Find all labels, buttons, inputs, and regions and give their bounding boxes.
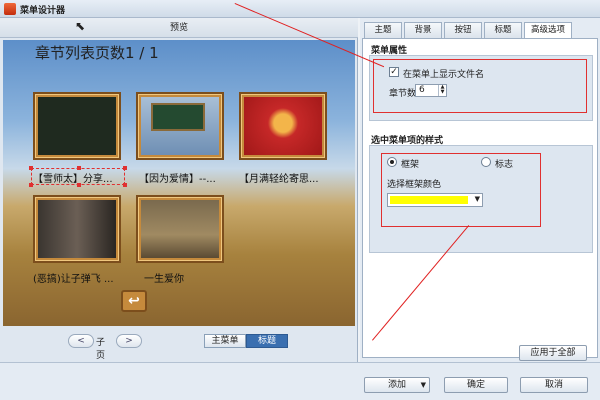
title-bar: 菜单设计器 (0, 0, 600, 18)
chevron-down-icon: ▼ (474, 195, 480, 203)
frame-radio[interactable] (387, 157, 397, 167)
chapter-count-spinner[interactable]: 6 ▲ ▼ (415, 84, 447, 97)
cancel-button[interactable]: 取消 (520, 377, 588, 393)
frame-color-label: 选择框架颜色 (387, 180, 442, 190)
thumbnail-caption[interactable]: 【雪师太】分享... (33, 170, 113, 185)
frame-color-swatch (390, 196, 468, 204)
mark-radio-label: 标志 (495, 160, 514, 170)
thumbnail-caption[interactable]: 【月满轻纶寄思... (239, 170, 319, 185)
app-icon (4, 3, 16, 15)
mark-radio[interactable] (481, 157, 491, 167)
chapter-thumbnail[interactable] (33, 92, 121, 160)
next-page-button[interactable]: > (116, 334, 142, 348)
tab-advanced[interactable]: 高级选项 (524, 22, 572, 39)
ok-button[interactable]: 确定 (444, 377, 508, 393)
chapter-title: 章节列表页数1 / 1 (35, 44, 159, 62)
chapter-thumbnail[interactable] (239, 92, 327, 160)
title-tab[interactable]: 标题 (246, 334, 288, 348)
footer-bar: 添加 ▼ 确定 取消 (0, 362, 600, 400)
tab-title[interactable]: 标题 (484, 22, 522, 38)
return-arrow-icon[interactable]: ↩ (121, 290, 147, 312)
chapter-thumbnail[interactable] (136, 92, 224, 160)
chapter-count-value: 6 (419, 85, 425, 95)
thumbnail-caption[interactable]: 【因为爱情】--... (139, 170, 216, 185)
window-title: 菜单设计器 (20, 6, 66, 16)
thumbnail-caption[interactable]: 一生爱你 (144, 270, 184, 285)
main-menu-tab[interactable]: 主菜单 (204, 334, 246, 348)
chapter-thumbnail[interactable] (33, 195, 121, 263)
spin-arrows-icon[interactable]: ▲ ▼ (438, 85, 446, 96)
preview-canvas[interactable]: 章节列表页数1 / 1 【雪师太】分享... 【因为爱情】--... 【月满轻纶… (3, 40, 355, 326)
add-button-label: 添加 (387, 380, 406, 390)
show-filename-checkbox[interactable]: ✓ (389, 67, 399, 77)
apply-all-button[interactable]: 应用于全部 (519, 345, 587, 361)
subpage-label: 子页 (96, 338, 106, 361)
preview-panel: 预览 章节列表页数1 / 1 【雪师太】分享... 【因为爱情】--... 【月… (0, 18, 358, 362)
add-button[interactable]: 添加 ▼ (364, 377, 430, 393)
prev-page-button[interactable]: < (68, 334, 94, 348)
chevron-down-icon[interactable]: ▼ (421, 378, 426, 392)
frame-color-dropdown[interactable]: ▼ (387, 193, 483, 207)
tab-background[interactable]: 背景 (404, 22, 442, 38)
chapter-count-label: 章节数 (389, 89, 417, 99)
tab-buttons[interactable]: 按钮 (444, 22, 482, 38)
thumbnail-caption[interactable]: (恶搞)让子弹飞 ... (33, 270, 114, 285)
chapter-thumbnail[interactable] (136, 195, 224, 263)
mouse-cursor-icon: ⬉ (75, 19, 86, 33)
preview-header: 预览 (0, 18, 358, 38)
frame-radio-label: 框架 (401, 160, 420, 170)
show-filename-label: 在菜单上显示文件名 (403, 70, 485, 80)
tab-theme[interactable]: 主题 (364, 22, 402, 38)
